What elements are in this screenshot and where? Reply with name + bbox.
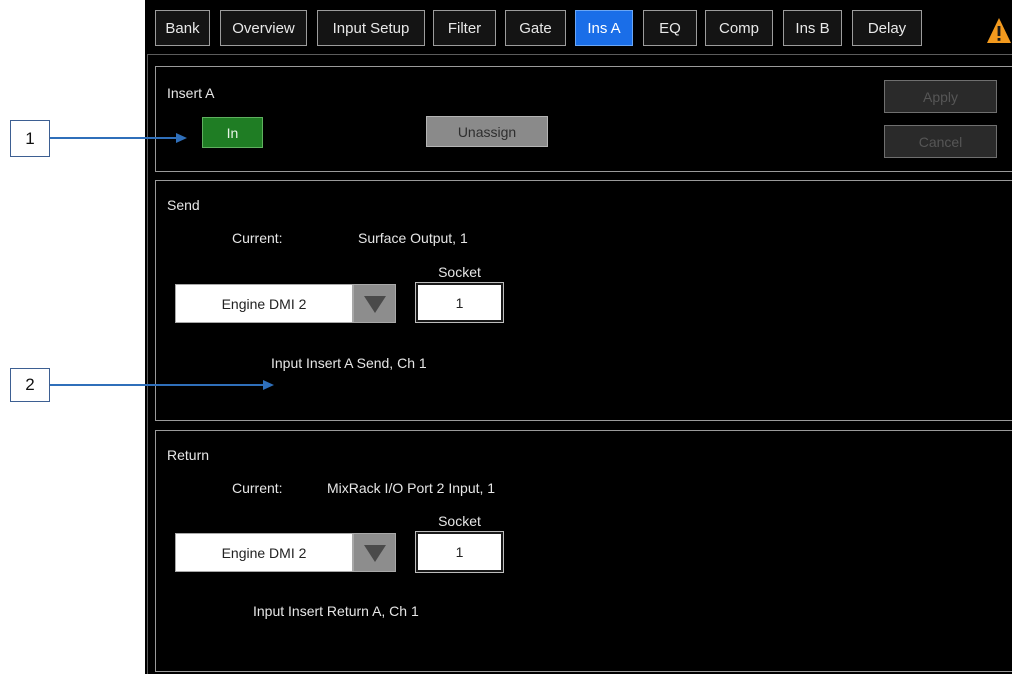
- callout-box-2: 2: [10, 368, 50, 402]
- callout-box-1: 1: [10, 120, 50, 157]
- dropdown-arrow-icon: [363, 544, 386, 562]
- unassign-button[interactable]: Unassign: [426, 116, 548, 147]
- tab-comp[interactable]: Comp: [705, 10, 773, 46]
- tab-input-setup[interactable]: Input Setup: [317, 10, 425, 46]
- send-device-dropdown[interactable]: Engine DMI 2: [175, 284, 396, 323]
- insert-panel: Insert A In Unassign Apply Cancel: [155, 66, 1012, 172]
- send-socket-label: Socket: [438, 264, 481, 280]
- return-description: Input Insert Return A, Ch 1: [253, 603, 419, 619]
- insert-screen: Bank Overview Input Setup Filter Gate In…: [145, 0, 1012, 674]
- insert-in-button[interactable]: In: [202, 117, 263, 148]
- return-panel-title: Return: [167, 447, 210, 463]
- tab-bank[interactable]: Bank: [155, 10, 210, 46]
- return-panel: Return Current: MixRack I/O Port 2 Input…: [155, 430, 1012, 672]
- tab-ins-b[interactable]: Ins B: [783, 10, 842, 46]
- return-socket-label: Socket: [438, 513, 481, 529]
- tab-overview[interactable]: Overview: [220, 10, 307, 46]
- send-panel-title: Send: [167, 197, 200, 213]
- return-dropdown-button[interactable]: [353, 533, 396, 572]
- return-current-label: Current:: [232, 480, 283, 496]
- tab-gate[interactable]: Gate: [505, 10, 566, 46]
- return-device-dropdown[interactable]: Engine DMI 2: [175, 533, 396, 572]
- send-socket-field[interactable]: 1: [416, 283, 503, 322]
- send-device-value[interactable]: Engine DMI 2: [175, 284, 353, 323]
- apply-button[interactable]: Apply: [884, 80, 997, 113]
- return-current-value: MixRack I/O Port 2 Input, 1: [327, 480, 496, 496]
- tab-delay[interactable]: Delay: [852, 10, 922, 46]
- send-current-label: Current:: [232, 230, 283, 246]
- return-socket-field[interactable]: 1: [416, 532, 503, 572]
- warning-triangle-icon[interactable]: [987, 16, 1011, 44]
- cancel-button[interactable]: Cancel: [884, 125, 997, 158]
- send-current-value: Surface Output, 1: [358, 230, 468, 246]
- tab-eq[interactable]: EQ: [643, 10, 697, 46]
- send-description: Input Insert A Send, Ch 1: [271, 355, 427, 371]
- tab-filter[interactable]: Filter: [433, 10, 496, 46]
- tab-ins-a[interactable]: Ins A: [575, 10, 633, 46]
- dropdown-arrow-icon: [363, 295, 386, 313]
- send-dropdown-button[interactable]: [353, 284, 396, 323]
- insert-panel-title: Insert A: [167, 85, 215, 101]
- send-panel: Send Current: Surface Output, 1 Socket E…: [155, 180, 1012, 421]
- return-device-value[interactable]: Engine DMI 2: [175, 533, 353, 572]
